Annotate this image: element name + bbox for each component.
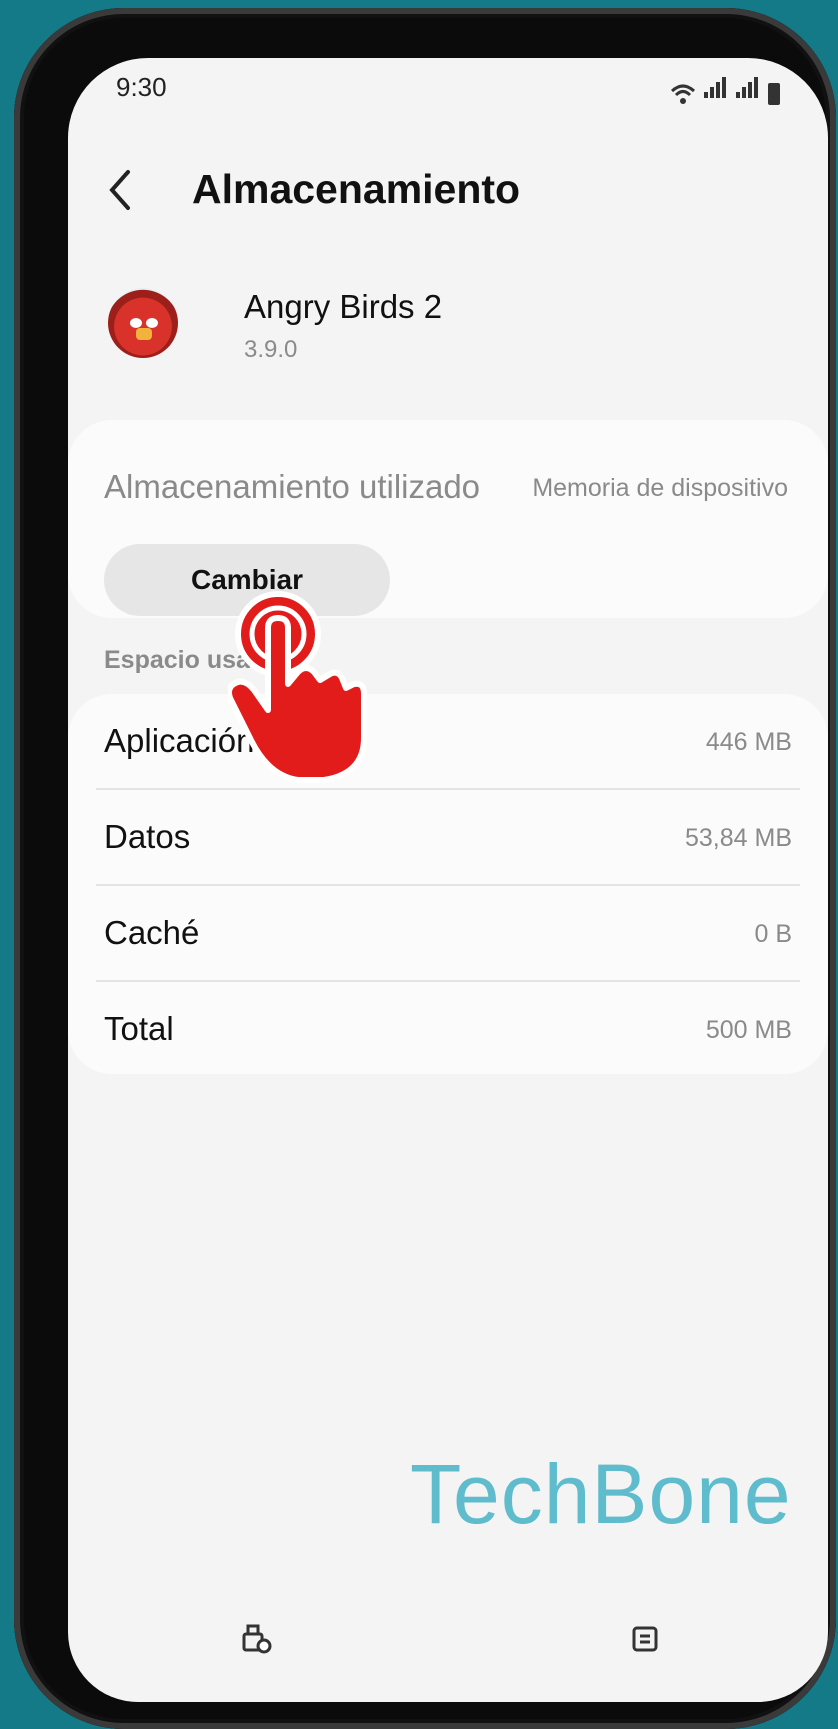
usage-card: Aplicación 446 MB Datos 53,84 MB Caché 0… bbox=[68, 694, 828, 1074]
row-value: 446 MB bbox=[705, 728, 792, 756]
usage-row-app: Aplicación 446 MB bbox=[96, 694, 800, 790]
usage-row-total: Total 500 MB bbox=[96, 982, 800, 1076]
storage-used-value: Memoria de dispositivo bbox=[532, 474, 788, 502]
header: Almacenamiento bbox=[104, 158, 792, 238]
storage-used-card: Almacenamiento utilizado Memoria de disp… bbox=[68, 420, 828, 618]
status-time: 9:30 bbox=[116, 72, 167, 102]
app-info: Angry Birds 2 3.9.0 bbox=[108, 278, 788, 388]
app-version: 3.9.0 bbox=[244, 336, 298, 363]
row-label: Datos bbox=[104, 818, 191, 855]
storage-used-label: Almacenamiento utilizado bbox=[104, 468, 481, 505]
status-icons bbox=[670, 74, 780, 105]
signal-icon-2 bbox=[736, 74, 760, 105]
app-name: Angry Birds 2 bbox=[244, 288, 443, 325]
signal-icon bbox=[704, 74, 728, 105]
row-label: Total bbox=[104, 1010, 174, 1047]
row-value: 53,84 MB bbox=[684, 824, 792, 852]
wifi-icon bbox=[670, 84, 696, 104]
app-icon bbox=[108, 288, 178, 358]
clear-data-icon[interactable] bbox=[238, 1620, 278, 1660]
battery-icon bbox=[768, 83, 780, 105]
watermark: TechBone bbox=[410, 1447, 792, 1541]
status-bar: 9:30 bbox=[116, 70, 780, 110]
page-title: Almacenamiento bbox=[192, 166, 521, 212]
row-label: Caché bbox=[104, 914, 200, 951]
bottom-nav bbox=[68, 1572, 828, 1702]
row-value: 500 MB bbox=[705, 1016, 792, 1044]
row-value: 0 B bbox=[754, 920, 792, 948]
back-icon[interactable] bbox=[104, 166, 152, 222]
usage-row-cache: Caché 0 B bbox=[96, 886, 800, 982]
usage-row-data: Datos 53,84 MB bbox=[96, 790, 800, 886]
clear-cache-icon[interactable] bbox=[628, 1620, 668, 1660]
tap-hand-icon bbox=[228, 591, 367, 783]
